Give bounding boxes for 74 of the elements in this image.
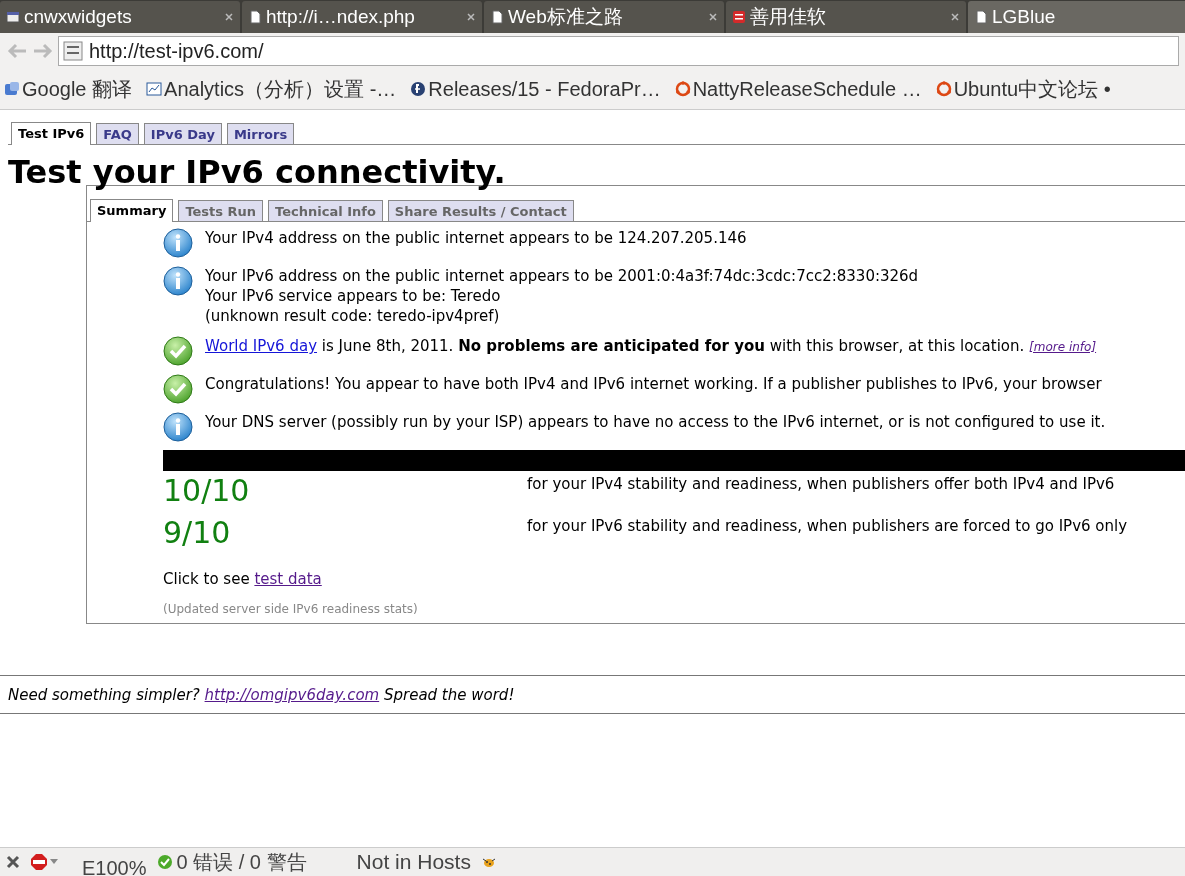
translate-icon — [4, 81, 20, 97]
bookmark[interactable]: Google 翻译 — [4, 75, 133, 103]
zoom-level: E100% — [82, 856, 147, 876]
window-icon — [6, 10, 20, 24]
hosts-status: Not in Hosts — [356, 850, 471, 874]
test-data-link[interactable]: test data — [254, 570, 322, 588]
score-value: 9/10 — [163, 514, 232, 552]
tab-title: 善用佳软 — [750, 5, 827, 29]
panel-tab[interactable]: Summary — [90, 199, 174, 222]
page-icon — [248, 10, 262, 24]
score-value: 10/10 — [163, 472, 251, 510]
tab-title: http://i…ndex.php — [266, 6, 416, 28]
panel-tab[interactable]: Tests Run — [178, 200, 264, 221]
stats-note: (Updated server side IPv6 readiness stats) — [163, 602, 418, 616]
info-icon — [163, 266, 193, 296]
forward-icon — [32, 42, 54, 60]
page-heading: Test your IPv6 connectivity. — [8, 153, 507, 191]
browser-tab[interactable]: LGBlue — [968, 1, 1185, 33]
check-icon — [163, 336, 193, 366]
browser-tab[interactable]: cnwxwidgets — [0, 1, 240, 33]
link[interactable]: World IPv6 day — [205, 337, 317, 355]
address-bar[interactable]: http://test-ipv6.com/ — [58, 36, 1179, 66]
info-icon — [163, 228, 193, 258]
adblock-button[interactable] — [30, 853, 58, 871]
check-icon — [163, 374, 193, 404]
footer-link[interactable]: http://omgipv6day.com — [204, 686, 380, 704]
caret-icon — [50, 859, 58, 865]
panel-tab[interactable]: Share Results / Contact — [387, 200, 574, 221]
check-icon — [156, 854, 173, 870]
more-info-link[interactable]: [more info] — [1029, 340, 1097, 354]
chart-icon — [146, 81, 163, 97]
back-icon — [6, 42, 28, 60]
site-tab[interactable]: Mirrors — [226, 123, 295, 144]
url-text: http://test-ipv6.com/ — [89, 39, 264, 63]
browser-tab[interactable]: Web标准之路 — [484, 1, 724, 33]
message-text: Your IPv6 address on the public internet appears to be 2001:0:4a3f:74dc:3cdc:7cc2:8330:326d — [205, 266, 919, 286]
tab-title: Web标准之路 — [508, 5, 624, 29]
f-circle-icon — [410, 81, 427, 97]
site-tab[interactable]: Test IPv6 — [11, 122, 92, 145]
test-data-text: Click to see test data — [163, 570, 322, 588]
close-icon — [708, 12, 718, 22]
page-icon — [974, 10, 988, 24]
site-tab[interactable]: FAQ — [96, 123, 139, 144]
message-text: (unknown result code: teredo-ipv4pref) — [205, 306, 500, 326]
message-text: World IPv6 day is June 8th, 2011. No problems are anticipated for you with this browser, at this location. [more info] — [205, 336, 1097, 357]
bookmark[interactable]: NattyReleaseSchedule … — [674, 77, 922, 101]
browser-tab[interactable]: 善用佳软 — [726, 1, 966, 33]
message-text: Your DNS server (possibly run by your ISP) appears to have no access to the IPv6 internet, or is not configured to use it. — [205, 412, 1106, 432]
bookmark[interactable]: Releases/15 - FedoraPr… — [410, 77, 661, 101]
circle-of-friends-icon — [935, 81, 952, 97]
score-description: for your IPv6 stability and readiness, when publishers are forced to go IPv6 only — [527, 516, 1128, 535]
site-icon — [63, 41, 83, 61]
site-logo-icon — [732, 10, 746, 24]
tab-title: LGBlue — [992, 6, 1057, 28]
panel-tab[interactable]: Technical Info — [268, 200, 383, 221]
close-icon — [950, 12, 960, 22]
message-text: Congratulations! You appear to have both IPv4 and IPv6 internet working. If a publisher publishes to IPv6, your browser — [205, 374, 1102, 394]
bookmark[interactable]: Analytics（分析）设置 -… — [146, 75, 397, 103]
tab-title: cnwxwidgets — [24, 6, 133, 28]
browser-tab[interactable]: http://i…ndex.php — [242, 1, 482, 33]
error-count: 0 错误 / 0 警告 — [176, 849, 307, 875]
info-icon — [163, 412, 193, 442]
score-description: for your IPv4 stability and readiness, when publishers offer both IPv4 and IPv6 — [527, 474, 1115, 493]
footer-text: Need something simpler? http://omgipv6day.com Spread the word! — [8, 686, 515, 704]
page-icon — [490, 10, 504, 24]
close-icon — [466, 12, 476, 22]
site-tab[interactable]: IPv6 Day — [143, 123, 222, 144]
circle-of-friends-icon — [674, 81, 691, 97]
message-text: Your IPv6 service appears to be: Teredo — [205, 286, 502, 306]
stop-sign-icon — [30, 853, 48, 871]
close-icon — [224, 12, 234, 22]
message-text: Your IPv4 address on the public internet appears to be 124.207.205.146 — [205, 228, 747, 248]
close-icon — [6, 855, 20, 869]
bookmark[interactable]: Ubuntu中文论坛 • — [935, 75, 1111, 103]
